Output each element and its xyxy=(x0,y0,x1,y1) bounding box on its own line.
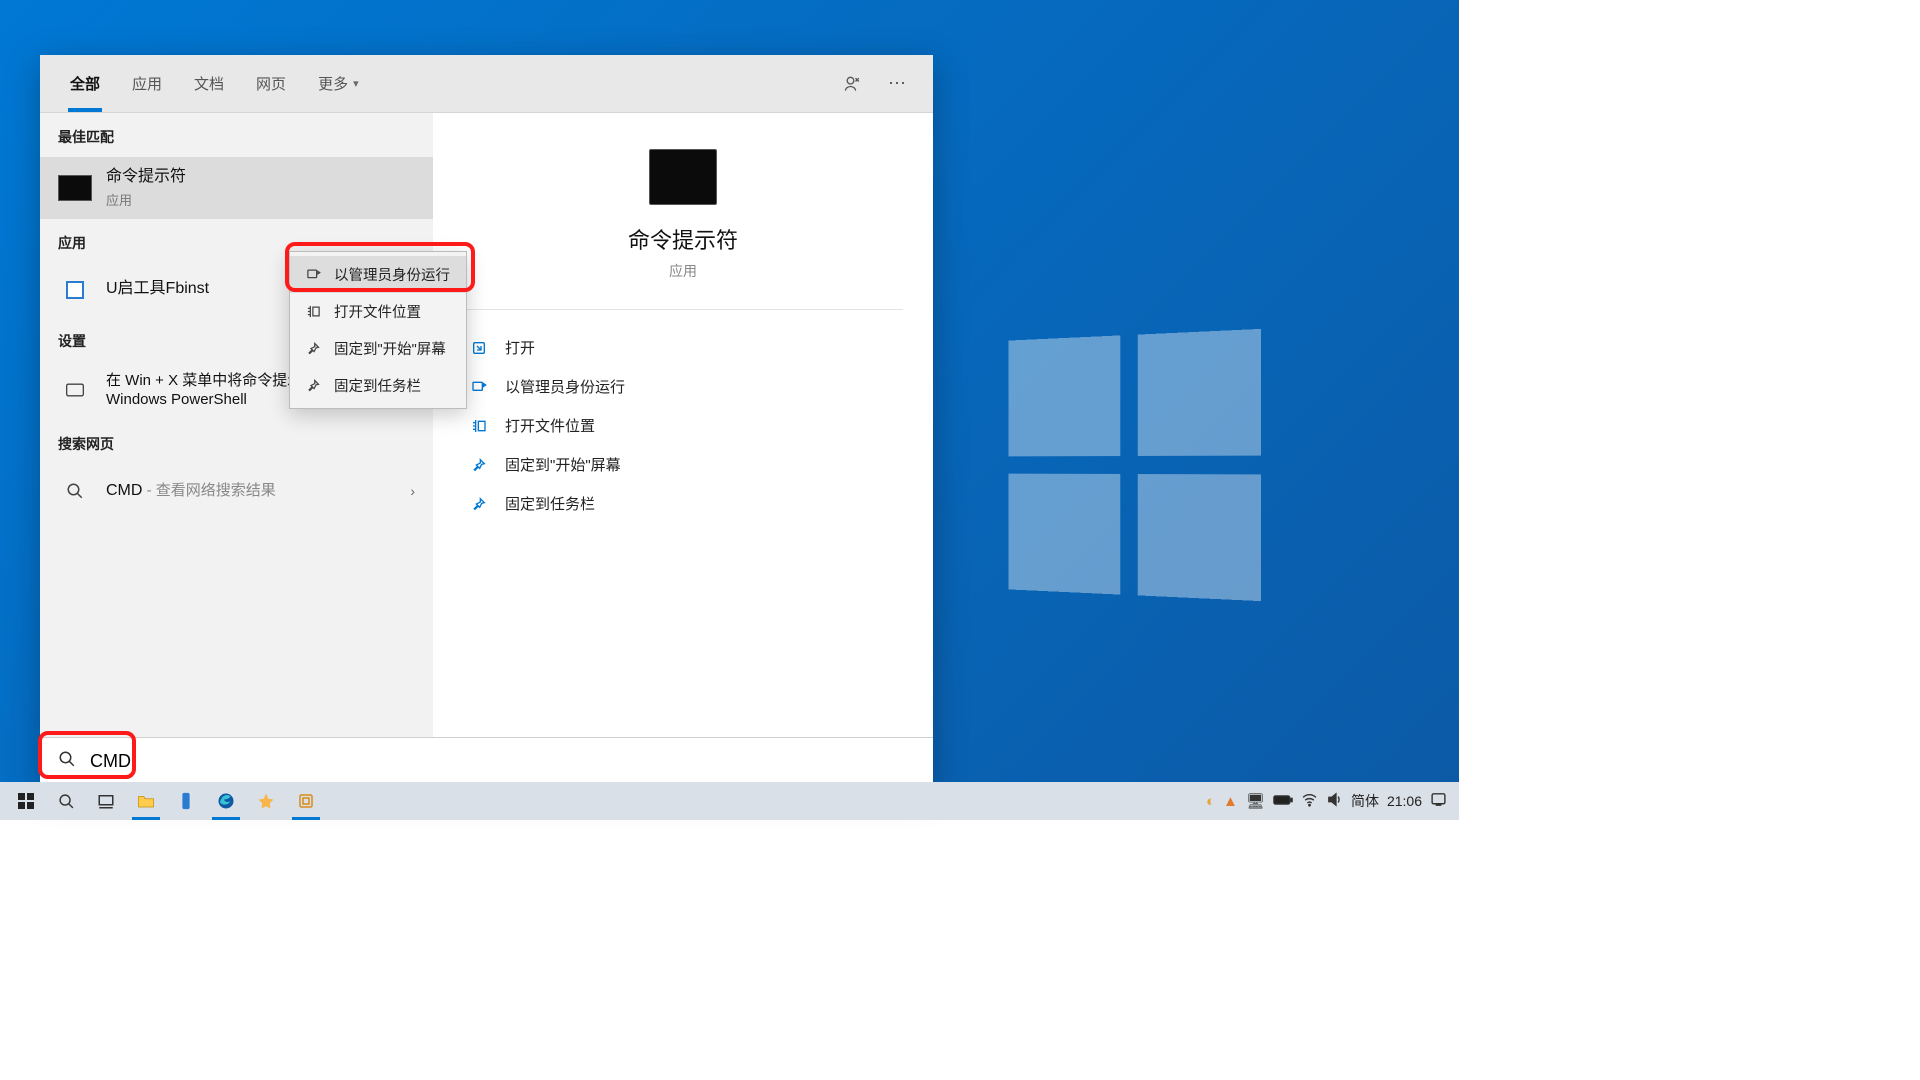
taskbar-edge[interactable] xyxy=(206,782,246,820)
more-options-icon[interactable]: ⋯ xyxy=(875,73,919,94)
action-run-as-admin[interactable]: 以管理员身份运行 xyxy=(463,367,903,406)
cmd-icon xyxy=(58,175,92,201)
result-title: CMD xyxy=(106,482,142,499)
app-icon xyxy=(66,281,84,299)
separator xyxy=(463,309,903,310)
taskbar-app-3[interactable] xyxy=(286,782,326,820)
result-detail-pane: 命令提示符 应用 打开 以管理员身份运行 打开文件位置 固定到"开始" xyxy=(433,113,933,737)
desktop: 全部 应用 文档 网页 更多▾ ⋯ 最佳匹配 命令提示符 应用 xyxy=(0,0,1459,820)
folder-icon xyxy=(469,418,489,434)
tab-web[interactable]: 网页 xyxy=(240,55,302,112)
section-best-match: 最佳匹配 xyxy=(40,113,433,157)
detail-title: 命令提示符 xyxy=(463,223,903,255)
system-tray: ◐ ▲ 🖥 简体 21:06 xyxy=(1206,791,1453,812)
action-pin-taskbar[interactable]: 固定到任务栏 xyxy=(463,484,903,523)
ctx-open-location[interactable]: 打开文件位置 xyxy=(290,293,466,330)
result-subtitle: 应用 xyxy=(106,190,415,209)
feedback-icon[interactable] xyxy=(831,74,875,94)
folder-icon xyxy=(304,304,322,319)
tray-icon[interactable]: ◐ xyxy=(1206,793,1215,810)
taskbar-file-explorer[interactable] xyxy=(126,782,166,820)
tab-all[interactable]: 全部 xyxy=(54,55,116,112)
taskbar-search-button[interactable] xyxy=(46,782,86,820)
shield-icon xyxy=(469,379,489,395)
windows-logo-wallpaper xyxy=(1008,329,1261,601)
result-cmd[interactable]: 命令提示符 应用 xyxy=(40,157,433,219)
tray-volume-icon[interactable] xyxy=(1326,791,1343,812)
task-view-button[interactable] xyxy=(86,782,126,820)
tray-ime[interactable]: 简体 xyxy=(1351,791,1379,811)
pin-icon xyxy=(469,496,489,512)
tab-more[interactable]: 更多▾ xyxy=(302,55,375,112)
search-input[interactable] xyxy=(90,751,915,772)
start-button[interactable] xyxy=(6,782,46,820)
start-search-panel: 全部 应用 文档 网页 更多▾ ⋯ 最佳匹配 命令提示符 应用 xyxy=(40,55,933,785)
ctx-pin-start[interactable]: 固定到"开始"屏幕 xyxy=(290,330,466,367)
search-icon xyxy=(58,474,92,508)
tray-icon[interactable]: 🖥 xyxy=(1246,792,1265,810)
tray-security-icon[interactable]: ▲ xyxy=(1223,793,1238,810)
tray-wifi-icon[interactable] xyxy=(1301,791,1318,812)
action-open-location[interactable]: 打开文件位置 xyxy=(463,406,903,445)
taskbar-app-2[interactable] xyxy=(246,782,286,820)
search-tabs: 全部 应用 文档 网页 更多▾ ⋯ xyxy=(40,55,933,113)
tray-clock[interactable]: 21:06 xyxy=(1387,793,1422,809)
taskbar: ◐ ▲ 🖥 简体 21:06 xyxy=(0,782,1459,820)
result-web-cmd[interactable]: CMD - 查看网络搜索结果 › xyxy=(40,464,433,518)
tray-battery-icon[interactable] xyxy=(1273,793,1293,810)
chevron-right-icon: › xyxy=(410,483,415,499)
results-list: 最佳匹配 命令提示符 应用 应用 U启工具Fbinst 设置 xyxy=(40,113,433,737)
settings-icon xyxy=(58,373,92,407)
search-bar xyxy=(40,737,933,785)
tab-docs[interactable]: 文档 xyxy=(178,55,240,112)
shield-icon xyxy=(304,267,322,282)
tab-apps[interactable]: 应用 xyxy=(116,55,178,112)
taskbar-app-1[interactable] xyxy=(166,782,206,820)
section-web: 搜索网页 xyxy=(40,420,433,464)
result-suffix: - 查看网络搜索结果 xyxy=(142,482,275,499)
open-icon xyxy=(469,340,489,356)
action-open[interactable]: 打开 xyxy=(463,328,903,367)
search-icon xyxy=(58,750,76,773)
chevron-down-icon: ▾ xyxy=(353,77,359,90)
cmd-icon-large xyxy=(649,149,717,205)
detail-subtitle: 应用 xyxy=(463,261,903,281)
result-title: 命令提示符 xyxy=(106,167,415,188)
action-pin-start[interactable]: 固定到"开始"屏幕 xyxy=(463,445,903,484)
tray-notifications-icon[interactable] xyxy=(1430,791,1447,812)
ctx-pin-taskbar[interactable]: 固定到任务栏 xyxy=(290,367,466,404)
pin-icon xyxy=(469,457,489,473)
context-menu: 以管理员身份运行 打开文件位置 固定到"开始"屏幕 固定到任务栏 xyxy=(289,251,467,409)
pin-icon xyxy=(304,378,322,393)
ctx-run-as-admin[interactable]: 以管理员身份运行 xyxy=(290,256,466,293)
pin-icon xyxy=(304,341,322,356)
